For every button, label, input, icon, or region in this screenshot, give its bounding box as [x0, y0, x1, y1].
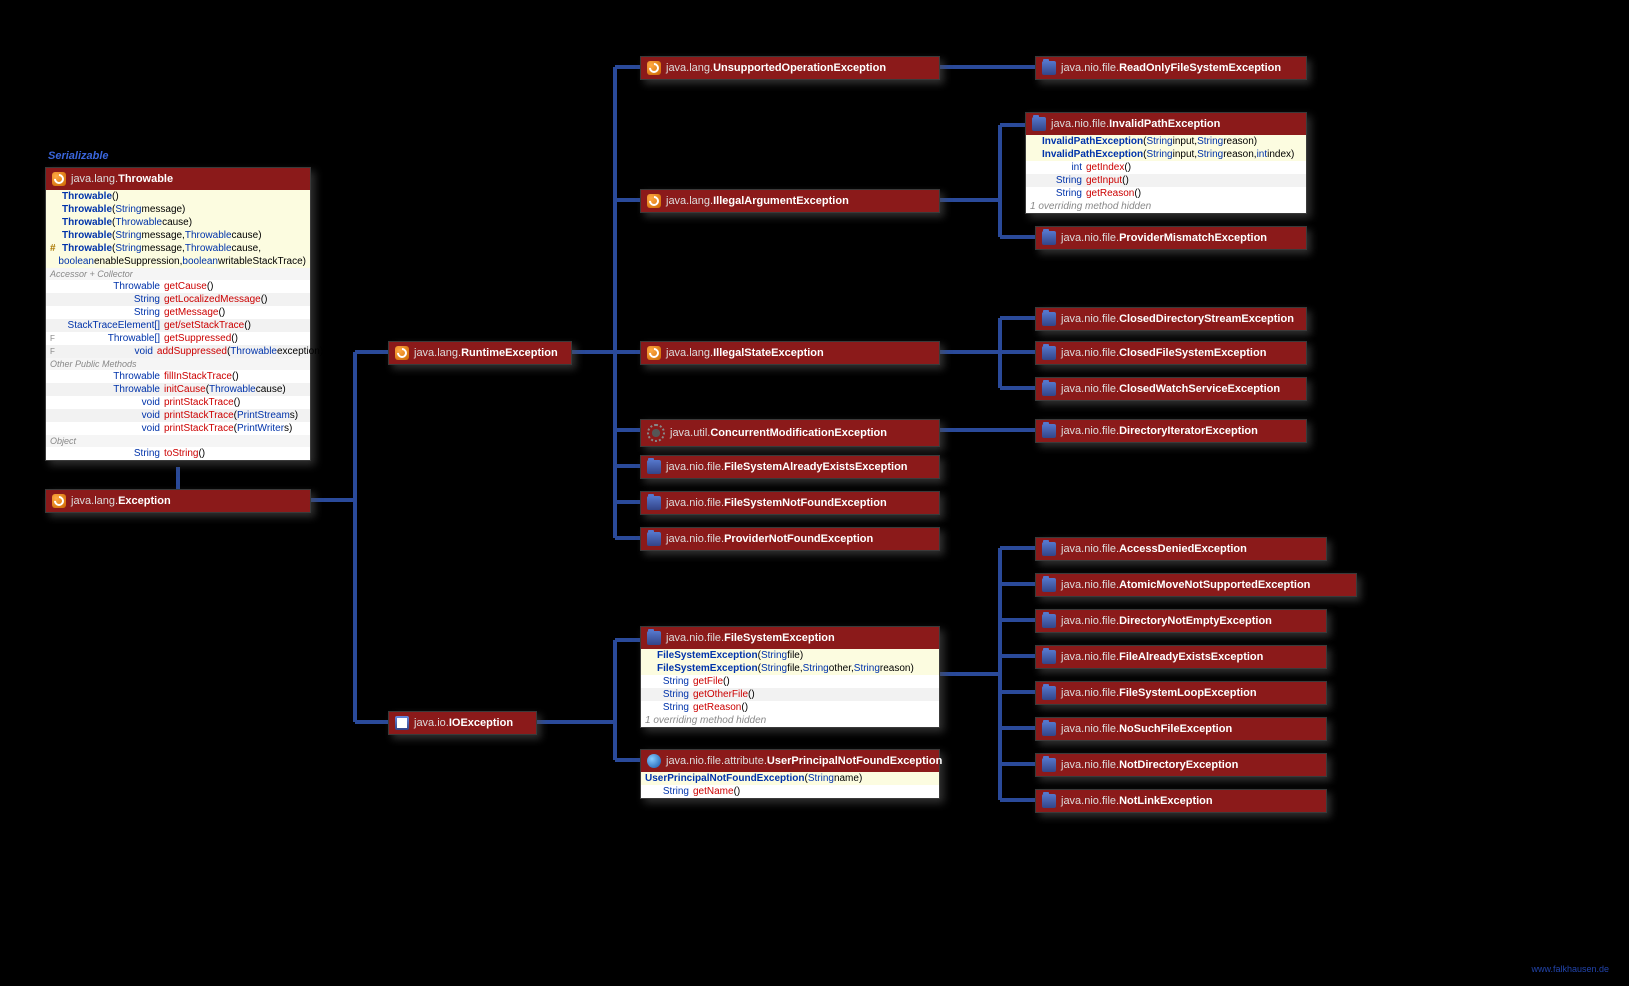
upnfe-constructor: UserPrincipalNotFoundException (String n…: [641, 772, 939, 785]
node-runtime-exception: java.lang.RuntimeException: [388, 341, 572, 365]
folder-icon: [1042, 650, 1056, 664]
node-ioexception: java.io.IOException: [388, 711, 537, 735]
node-fsaee: java.nio.file.FileSystemAlreadyExistsExc…: [640, 455, 940, 479]
node-nde: java.nio.file.NotDirectoryException: [1035, 753, 1327, 777]
folder-icon: [1042, 346, 1056, 360]
node-pme: java.nio.file.ProviderMismatchException: [1035, 226, 1307, 250]
header-throwable: java.lang.Throwable: [46, 168, 310, 190]
throwable-accessors: Throwable getCause ()String getLocalized…: [46, 280, 310, 358]
folder-icon: [1042, 424, 1056, 438]
section-object: Object: [46, 435, 310, 447]
folder-icon: [1042, 61, 1056, 75]
node-amnse: java.nio.file.AtomicMoveNotSupportedExce…: [1035, 573, 1357, 597]
throwable-object: String toString (): [46, 447, 310, 460]
throwable-constructors: Throwable () Throwable (String message) …: [46, 190, 310, 268]
folder-icon: [1042, 722, 1056, 736]
node-nle: java.nio.file.NotLinkException: [1035, 789, 1327, 813]
folder-icon: [647, 496, 661, 510]
node-cdse: java.nio.file.ClosedDirectoryStreamExcep…: [1035, 307, 1307, 331]
folder-icon: [1042, 794, 1056, 808]
ipe-constructors: InvalidPathException (String input, Stri…: [1026, 135, 1306, 161]
class-icon: [647, 61, 661, 75]
class-icon: [52, 494, 66, 508]
node-cfse: java.nio.file.ClosedFileSystemException: [1035, 341, 1307, 365]
class-icon: [647, 194, 661, 208]
folder-icon: [1042, 686, 1056, 700]
folder-icon: [1032, 117, 1046, 131]
class-icon: [395, 346, 409, 360]
node-upnfe: java.nio.file.attribute.UserPrincipalNot…: [640, 749, 940, 799]
folder-icon: [1042, 542, 1056, 556]
gear-icon: [647, 424, 665, 442]
class-icon: [647, 346, 661, 360]
folder-icon: [1042, 758, 1056, 772]
folder-icon: [1042, 614, 1056, 628]
serializable-label: Serializable: [48, 150, 109, 162]
node-fse: java.nio.file.FileSystemException FileSy…: [640, 626, 940, 728]
folder-icon: [647, 631, 661, 645]
node-faee: java.nio.file.FileAlreadyExistsException: [1035, 645, 1327, 669]
folder-icon: [1042, 578, 1056, 592]
node-dnee: java.nio.file.DirectoryNotEmptyException: [1035, 609, 1327, 633]
node-ise: java.lang.IllegalStateException: [640, 341, 940, 365]
io-icon: [395, 716, 409, 730]
ipe-methods: int getIndex ()String getInput ()String …: [1026, 161, 1306, 213]
folder-icon: [647, 532, 661, 546]
circle-icon: [647, 754, 661, 768]
upnfe-method: String getName (): [641, 785, 939, 798]
fse-constructors: FileSystemException (String file) FileSy…: [641, 649, 939, 675]
node-die: java.nio.file.DirectoryIteratorException: [1035, 419, 1307, 443]
folder-icon: [1042, 382, 1056, 396]
folder-icon: [1042, 231, 1056, 245]
node-uoe: java.lang.UnsupportedOperationException: [640, 56, 940, 80]
node-cwse: java.nio.file.ClosedWatchServiceExceptio…: [1035, 377, 1307, 401]
node-ipe: java.nio.file.InvalidPathException Inval…: [1025, 112, 1307, 214]
node-fsnfe: java.nio.file.FileSystemNotFoundExceptio…: [640, 491, 940, 515]
node-cme: java.util.ConcurrentModificationExceptio…: [640, 419, 940, 447]
footer-link[interactable]: www.falkhausen.de: [1531, 964, 1609, 974]
folder-icon: [1042, 312, 1056, 326]
throwable-others: Throwable fillInStackTrace ()Throwable i…: [46, 370, 310, 435]
class-icon: [52, 172, 66, 186]
node-pnfe: java.nio.file.ProviderNotFoundException: [640, 527, 940, 551]
folder-icon: [647, 460, 661, 474]
fse-methods: String getFile ()String getOtherFile ()S…: [641, 675, 939, 727]
node-throwable: java.lang.Throwable Throwable () Throwab…: [45, 167, 311, 461]
node-ade: java.nio.file.AccessDeniedException: [1035, 537, 1327, 561]
node-nsfe: java.nio.file.NoSuchFileException: [1035, 717, 1327, 741]
node-iae: java.lang.IllegalArgumentException: [640, 189, 940, 213]
node-exception: java.lang.Exception: [45, 489, 311, 513]
node-rofse: java.nio.file.ReadOnlyFileSystemExceptio…: [1035, 56, 1307, 80]
section-accessor: Accessor + Collector: [46, 268, 310, 280]
section-other: Other Public Methods: [46, 358, 310, 370]
node-fsle: java.nio.file.FileSystemLoopException: [1035, 681, 1327, 705]
